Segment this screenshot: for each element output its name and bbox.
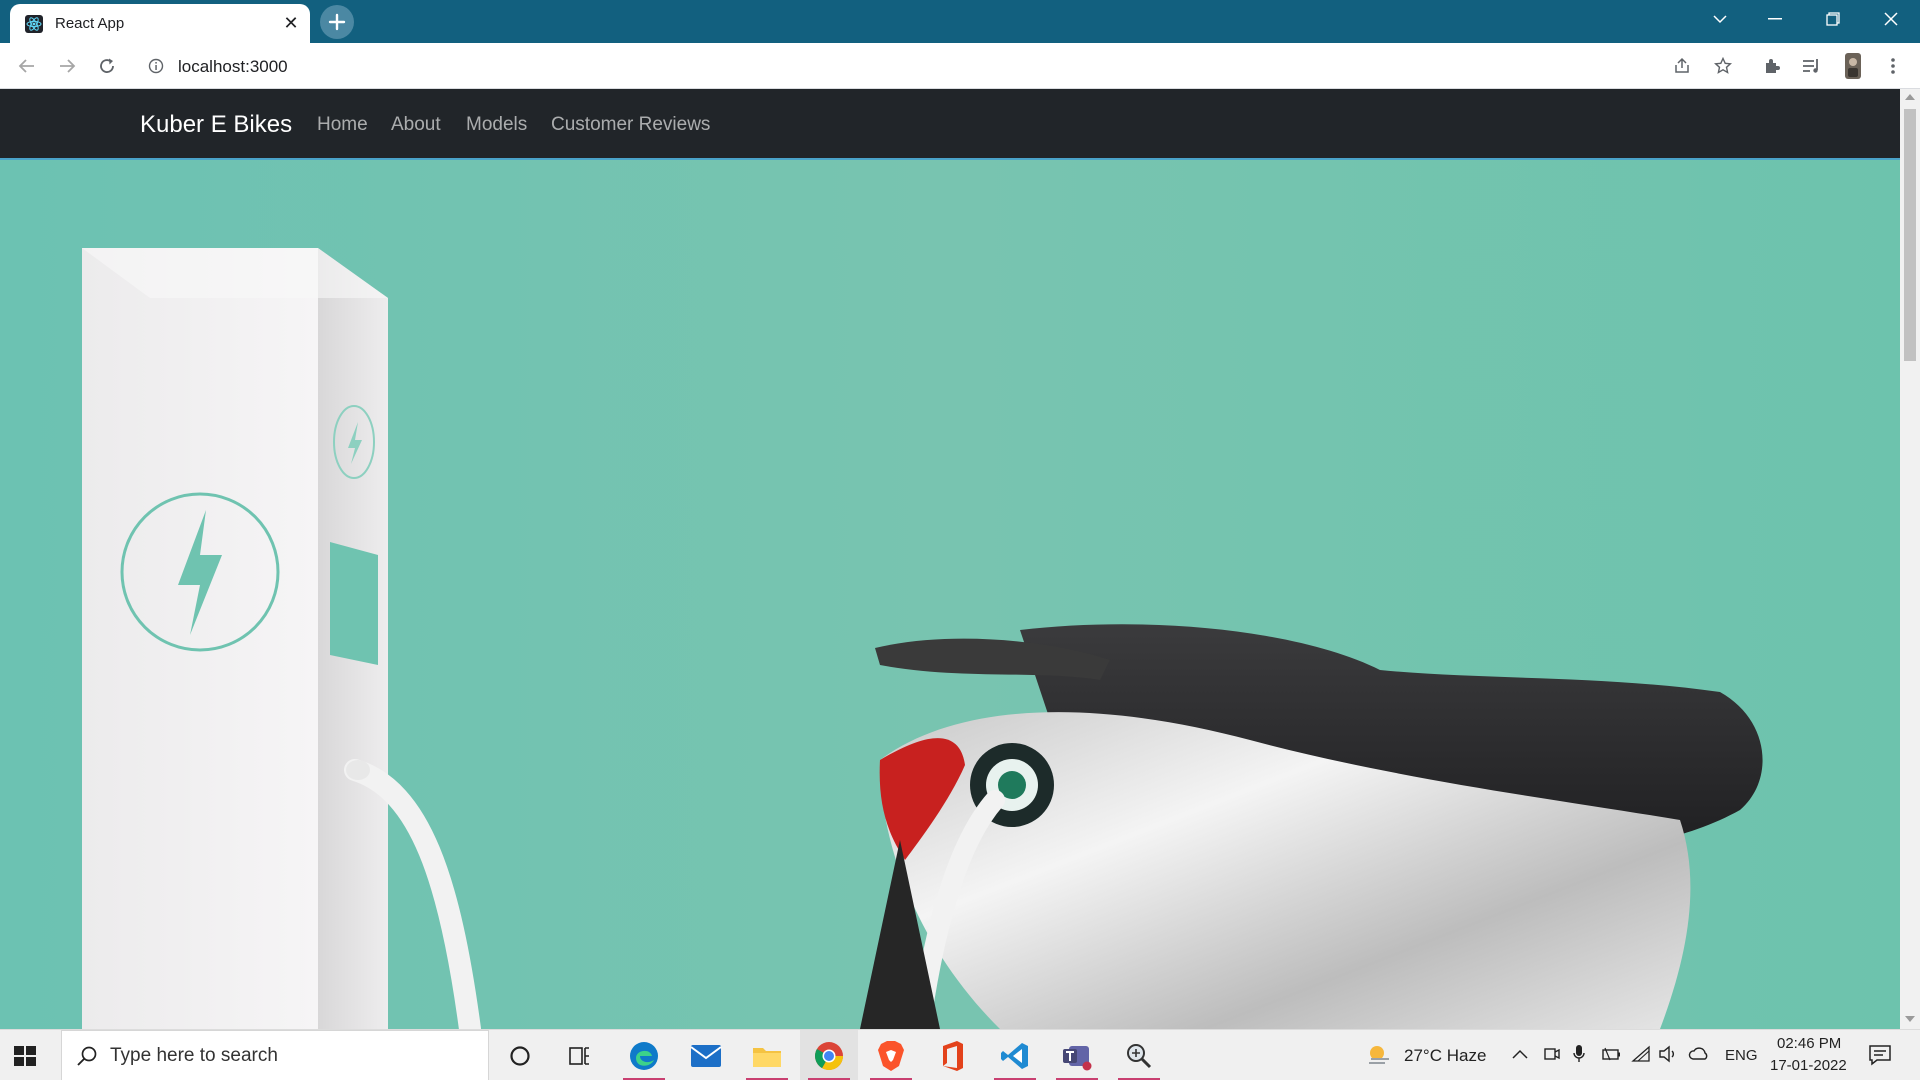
kebab-menu-icon — [1891, 58, 1895, 74]
chevron-down-icon — [1713, 15, 1727, 24]
search-placeholder: Type here to search — [110, 1045, 278, 1066]
clock-date[interactable]: 17-01-2022 — [1770, 1057, 1847, 1074]
task-view-icon — [569, 1046, 589, 1065]
taskbar-edge[interactable] — [615, 1030, 673, 1080]
nav-link-customer-reviews[interactable]: Customer Reviews — [551, 114, 710, 136]
windows-start-button[interactable] — [12, 1043, 38, 1069]
share-icon — [1675, 57, 1689, 73]
url-text: localhost:3000 — [178, 57, 288, 76]
restore-icon — [1826, 12, 1840, 26]
taskbar-mail[interactable] — [677, 1030, 735, 1080]
taskbar-brave[interactable] — [862, 1030, 920, 1080]
reload-icon — [100, 58, 114, 73]
cortana-circle-icon — [510, 1045, 530, 1066]
media-control-button[interactable] — [1797, 51, 1827, 81]
edge-icon — [630, 1041, 658, 1070]
nav-link-about[interactable]: About — [391, 114, 441, 136]
mail-icon — [690, 1044, 722, 1067]
taskbar-chrome[interactable] — [800, 1030, 858, 1080]
page-scrollbar[interactable] — [1900, 89, 1920, 1029]
chrome-icon — [815, 1041, 843, 1070]
browser-toolbar: localhost:3000 — [0, 43, 1920, 89]
nav-link-home[interactable]: Home — [317, 114, 368, 136]
folder-icon — [753, 1047, 781, 1067]
star-icon — [1714, 57, 1732, 74]
site-info-icon[interactable] — [148, 58, 164, 74]
arrow-right-icon — [60, 59, 76, 73]
search-icon — [77, 1046, 97, 1066]
battery-icon[interactable] — [1601, 1046, 1621, 1062]
weather-haze-icon — [1369, 1046, 1389, 1064]
reload-button[interactable] — [92, 51, 122, 81]
brand-logo-text[interactable]: Kuber E Bikes — [140, 111, 292, 139]
nav-link-models[interactable]: Models — [466, 114, 527, 136]
close-tab-icon[interactable]: ✕ — [280, 12, 302, 34]
task-view-button[interactable] — [551, 1030, 609, 1080]
browser-tab-strip: React App ✕ — [0, 0, 1920, 43]
chevron-up-icon[interactable] — [1512, 1048, 1528, 1060]
taskbar-file-explorer[interactable] — [738, 1030, 796, 1080]
tab-title: React App — [55, 15, 125, 32]
scroll-up-icon[interactable] — [1905, 94, 1915, 100]
office-icon — [943, 1040, 963, 1071]
share-button[interactable] — [1667, 51, 1697, 81]
volume-icon[interactable] — [1658, 1045, 1678, 1063]
hero-illustration — [0, 160, 1900, 1029]
close-window-button[interactable] — [1868, 0, 1914, 38]
taskbar-search-box[interactable]: Type here to search — [61, 1030, 489, 1080]
minimize-icon — [1768, 18, 1782, 20]
plus-icon — [328, 13, 346, 31]
taskbar-magnifier[interactable] — [1110, 1030, 1168, 1080]
new-tab-button[interactable] — [320, 5, 354, 39]
windows-taskbar: Type here to search 27°C Haze ENG 02:46 … — [0, 1029, 1920, 1080]
back-button[interactable] — [12, 51, 42, 81]
taskbar-office[interactable] — [924, 1030, 982, 1080]
vscode-icon — [1001, 1042, 1028, 1069]
scrollbar-thumb[interactable] — [1904, 109, 1916, 361]
clock-time[interactable]: 02:46 PM — [1777, 1035, 1841, 1052]
cortana-button[interactable] — [491, 1030, 549, 1080]
bookmark-button[interactable] — [1708, 51, 1738, 81]
input-language[interactable]: ENG — [1725, 1047, 1758, 1064]
scroll-down-icon[interactable] — [1905, 1016, 1915, 1022]
site-navbar: Kuber E Bikes Home About Models Customer… — [0, 89, 1900, 160]
taskbar-vscode[interactable] — [986, 1030, 1044, 1080]
minimize-button[interactable] — [1752, 0, 1798, 38]
notification-center-icon[interactable] — [1868, 1044, 1892, 1066]
playlist-icon — [1803, 59, 1818, 73]
puzzle-icon — [1766, 59, 1780, 73]
brave-lion-icon — [878, 1040, 904, 1071]
meet-now-icon[interactable] — [1543, 1045, 1561, 1063]
react-favicon-icon — [25, 15, 43, 33]
profile-avatar[interactable] — [1838, 51, 1868, 81]
arrow-left-icon — [18, 59, 34, 73]
avatar-icon — [1845, 53, 1861, 79]
microphone-icon[interactable] — [1572, 1044, 1586, 1064]
teams-icon — [1063, 1045, 1092, 1070]
extensions-button[interactable] — [1757, 51, 1787, 81]
restore-button[interactable] — [1810, 0, 1856, 38]
browser-tab[interactable]: React App ✕ — [10, 4, 310, 43]
tab-search-button[interactable] — [1697, 0, 1743, 38]
weather-text[interactable]: 27°C Haze — [1404, 1046, 1486, 1066]
wifi-icon[interactable] — [1631, 1045, 1651, 1063]
forward-button[interactable] — [52, 51, 82, 81]
address-bar[interactable]: localhost:3000 — [136, 48, 1696, 84]
magnifier-icon — [1127, 1043, 1152, 1068]
taskbar-teams[interactable] — [1048, 1030, 1106, 1080]
onedrive-cloud-icon[interactable] — [1688, 1047, 1710, 1061]
close-icon — [1884, 12, 1898, 26]
windows-logo-icon — [14, 1046, 36, 1066]
page-viewport: Kuber E Bikes Home About Models Customer… — [0, 89, 1920, 1029]
browser-menu-button[interactable] — [1878, 51, 1908, 81]
